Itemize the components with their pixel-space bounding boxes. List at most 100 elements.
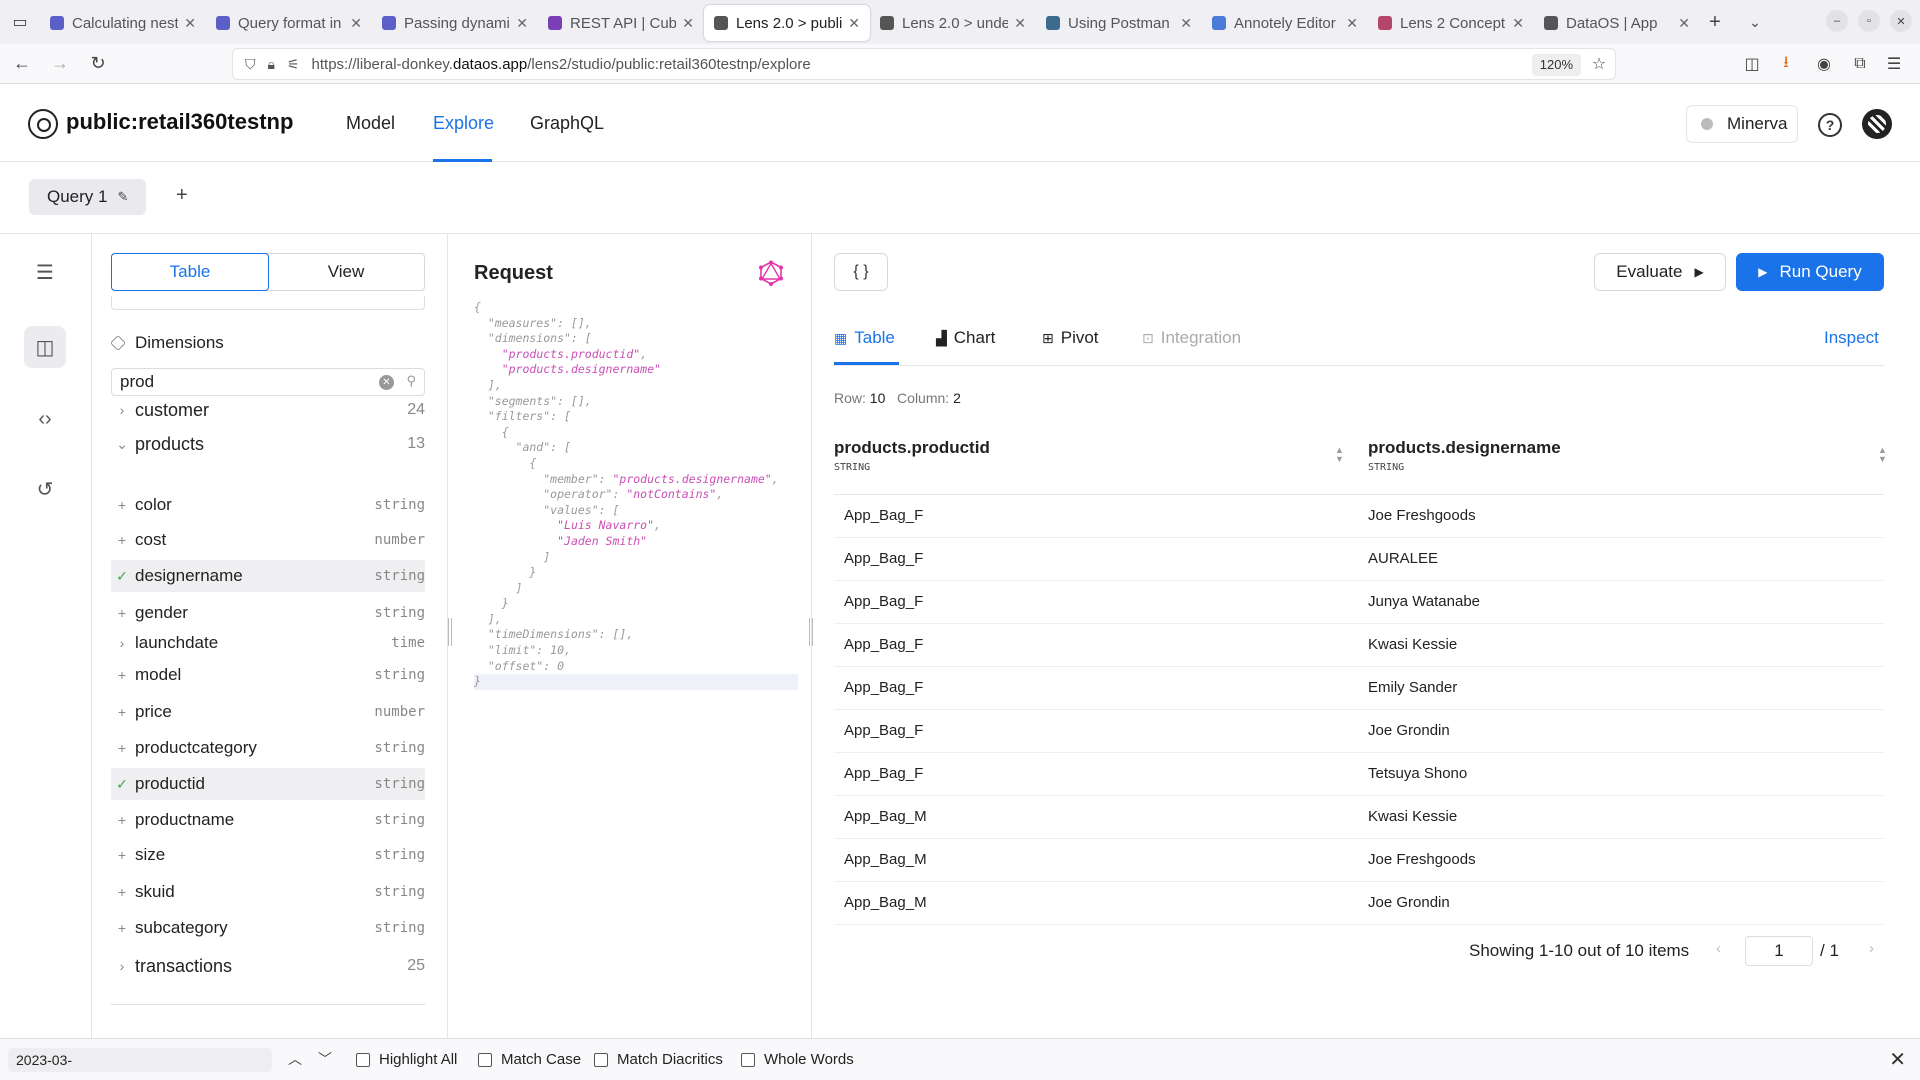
json-format-button[interactable]: { }	[834, 253, 888, 291]
browser-tab[interactable]: Query format in ✕	[206, 5, 372, 41]
browser-tab[interactable]: Passing dynami ✕	[372, 5, 538, 41]
field-productcategory[interactable]: + productcategory string	[111, 732, 425, 764]
close-tab-icon[interactable]: ✕	[184, 15, 196, 32]
browser-tab[interactable]: Annotely Editor ✕	[1202, 5, 1368, 41]
evaluate-button[interactable]: Evaluate ▶	[1594, 253, 1726, 291]
plus-icon[interactable]: +	[111, 605, 133, 621]
column-header-designername[interactable]: products.designername STRING	[1368, 438, 1561, 473]
whole-words-checkbox[interactable]: Whole Words	[741, 1051, 854, 1068]
plus-icon[interactable]: +	[111, 740, 133, 756]
field-skuid[interactable]: + skuid string	[111, 876, 425, 908]
check-icon[interactable]: ✓	[111, 568, 133, 585]
run-query-button[interactable]: ▶ Run Query	[1736, 253, 1884, 291]
close-tab-icon[interactable]: ✕	[1180, 15, 1192, 32]
close-tab-icon[interactable]: ✕	[1014, 15, 1026, 32]
browser-tab[interactable]: Lens 2 Concept ✕	[1368, 5, 1534, 41]
field-productname[interactable]: + productname string	[111, 804, 425, 836]
tab-table[interactable]: ▦ Table	[834, 328, 895, 348]
field-price[interactable]: + price number	[111, 696, 425, 728]
downloads-icon[interactable]: ⭳	[1774, 52, 1798, 76]
table-row[interactable]: App_Bag_F Kwasi Kessie	[834, 624, 1884, 667]
collapse-sidebar-icon[interactable]: ☰	[24, 251, 66, 293]
inspect-link[interactable]: Inspect	[1824, 328, 1879, 348]
nav-tab-model[interactable]: Model	[346, 113, 395, 134]
lock-icon[interactable]: 🔒︎	[268, 56, 275, 73]
plus-icon[interactable]: +	[111, 920, 133, 936]
field-productid[interactable]: ✓ productid string	[111, 768, 425, 800]
column-header-productid[interactable]: products.productid STRING	[834, 438, 990, 473]
schema-panel-icon[interactable]: ◫	[24, 326, 66, 368]
code-view-icon[interactable]: ‹›	[24, 398, 66, 440]
find-input[interactable]: 2023-03-	[8, 1048, 272, 1072]
close-find-bar-icon[interactable]: ✕	[1889, 1047, 1906, 1072]
page-input[interactable]: 1	[1745, 936, 1813, 966]
table-row[interactable]: App_Bag_F Joe Freshgoods	[834, 495, 1884, 538]
find-previous-icon[interactable]: ︿	[288, 1049, 302, 1069]
field-launchdate[interactable]: › launchdate time	[111, 627, 425, 659]
app-logo-icon[interactable]	[28, 109, 58, 139]
group-customer[interactable]: › customer 24	[111, 394, 425, 426]
table-row[interactable]: App_Bag_F Joe Grondin	[834, 710, 1884, 753]
environment-selector[interactable]: Minerva	[1686, 105, 1798, 143]
dimension-search-input[interactable]: prod ✕ ⚲	[111, 368, 425, 396]
table-row[interactable]: App_Bag_F Tetsuya Shono	[834, 753, 1884, 796]
browser-tab[interactable]: Calculating nest ✕	[40, 5, 206, 41]
table-row[interactable]: App_Bag_M Kwasi Kessie	[834, 796, 1884, 839]
browser-tab[interactable]: REST API | Cube ✕	[538, 5, 704, 41]
browser-tab[interactable]: Lens 2.0 > unde ✕	[870, 5, 1036, 41]
forward-arrow-icon[interactable]: →	[44, 48, 76, 80]
table-row[interactable]: App_Bag_M Joe Freshgoods	[834, 839, 1884, 882]
plus-icon[interactable]: +	[111, 812, 133, 828]
query-tab[interactable]: Query 1 ✎	[29, 179, 147, 215]
new-tab-button[interactable]: +	[1700, 4, 1730, 40]
browser-tab[interactable]: DataOS | App ✕	[1534, 5, 1700, 41]
shield-icon[interactable]: ⛉	[245, 56, 256, 73]
extensions-icon[interactable]: ⧉	[1848, 52, 1872, 76]
plus-icon[interactable]: +	[111, 532, 133, 548]
left-resize-handle[interactable]	[448, 618, 452, 646]
check-icon[interactable]: ✓	[111, 776, 133, 793]
account-icon[interactable]: ◉	[1812, 52, 1836, 76]
graphql-icon[interactable]	[758, 260, 784, 286]
field-color[interactable]: + color string	[111, 489, 425, 521]
close-tab-icon[interactable]: ✕	[1346, 15, 1358, 32]
tab-overflow-chevron-icon[interactable]: ⌄	[1740, 4, 1770, 40]
table-toggle-button[interactable]: Table	[111, 253, 269, 291]
chevron-right-icon[interactable]: ›	[111, 402, 133, 418]
close-tab-icon[interactable]: ✕	[682, 15, 694, 32]
plus-icon[interactable]: +	[111, 667, 133, 683]
close-tab-icon[interactable]: ✕	[848, 15, 860, 32]
tab-pivot[interactable]: ⊞ Pivot	[1042, 328, 1099, 348]
member-search-input[interactable]	[111, 296, 425, 310]
view-toggle-button[interactable]: View	[268, 254, 424, 290]
close-tab-icon[interactable]: ✕	[1512, 15, 1524, 32]
sort-icon[interactable]: ▲ ▼	[1878, 446, 1887, 464]
next-page-icon[interactable]: ›	[1869, 940, 1874, 957]
url-bar[interactable]: ⛉ 🔒︎ ⚟ https://liberal-donkey.dataos.app…	[232, 48, 1616, 80]
prev-page-icon[interactable]: ‹	[1716, 940, 1721, 957]
back-arrow-icon[interactable]: ←	[6, 48, 38, 80]
field-size[interactable]: + size string	[111, 839, 425, 871]
minimize-window-icon[interactable]: –	[1826, 10, 1848, 32]
close-tab-icon[interactable]: ✕	[516, 15, 528, 32]
table-row[interactable]: App_Bag_F Emily Sander	[834, 667, 1884, 710]
permissions-icon[interactable]: ⚟	[287, 56, 300, 73]
restore-window-icon[interactable]: ▫	[1858, 10, 1880, 32]
clear-search-icon[interactable]: ✕	[379, 375, 394, 390]
table-row[interactable]: App_Bag_M Joe Grondin	[834, 882, 1884, 925]
chevron-right-icon[interactable]: ›	[111, 635, 133, 651]
edit-pencil-icon[interactable]: ✎	[117, 189, 128, 205]
group-transactions[interactable]: › transactions 25	[111, 950, 425, 982]
help-icon[interactable]: ?	[1818, 113, 1842, 137]
browser-tab[interactable]: Using Postman ✕	[1036, 5, 1202, 41]
request-json-code[interactable]: { "measures": [], "dimensions": [ "produ…	[474, 300, 798, 690]
plus-icon[interactable]: +	[111, 497, 133, 513]
tab-list-icon[interactable]: ▭	[0, 0, 40, 44]
chevron-down-icon[interactable]: ⌄	[111, 436, 133, 453]
chevron-right-icon[interactable]: ›	[111, 958, 133, 974]
field-designername[interactable]: ✓ designername string	[111, 560, 425, 592]
group-products[interactable]: ⌄ products 13	[111, 428, 425, 460]
nav-tab-graphql[interactable]: GraphQL	[530, 113, 604, 134]
field-cost[interactable]: + cost number	[111, 524, 425, 556]
zoom-level[interactable]: 120%	[1531, 54, 1581, 76]
